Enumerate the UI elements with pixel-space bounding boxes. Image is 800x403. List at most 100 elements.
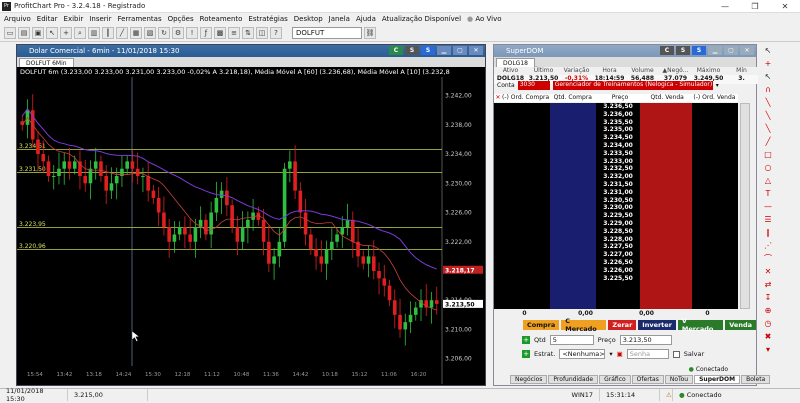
tab-grafico[interactable]: Gráfico [599, 375, 631, 384]
chart-maximize-icon[interactable]: ▢ [453, 46, 467, 55]
compra-mercado-button[interactable]: C Mercado [561, 317, 607, 333]
close-icon[interactable]: ✕ [770, 0, 800, 12]
link-icon[interactable]: ⛓ [364, 27, 376, 39]
venda-mercado-button[interactable]: V Mercado [677, 317, 724, 333]
cursor-icon[interactable]: ↖ [762, 46, 774, 56]
new-icon[interactable]: ▭ [4, 27, 16, 39]
compra-button[interactable]: Compra [523, 320, 560, 330]
price-level[interactable]: 3.235,50 [603, 119, 633, 127]
alert-icon[interactable]: ! [186, 27, 198, 39]
measure-icon[interactable]: ↧ [762, 293, 774, 303]
tab-negocios[interactable]: Negócios [510, 375, 548, 384]
price-level[interactable]: 3.231,00 [603, 189, 633, 197]
price-level[interactable]: 3.235,00 [603, 126, 633, 134]
ellipse-icon[interactable]: ○ [762, 163, 774, 173]
grid-icon[interactable]: ▦ [130, 27, 142, 39]
indicator-icon[interactable]: ƒ [200, 27, 212, 39]
chart-tab[interactable]: DOLFUT 6Min [19, 57, 74, 67]
price-level[interactable]: 3.231,50 [603, 181, 633, 189]
chevron-down-icon[interactable]: ▾ [716, 82, 719, 89]
maximize-icon[interactable]: ❐ [740, 0, 770, 12]
password-input[interactable]: Senha [626, 349, 669, 359]
chart-s2-button[interactable]: S [421, 46, 435, 55]
chart-window-titlebar[interactable]: Dolar Comercial - 6min - 11/01/2018 15:3… [17, 45, 485, 57]
ray-icon[interactable]: ╱ [762, 137, 774, 147]
fan-icon[interactable]: ⋰ [762, 241, 774, 251]
strategy-select[interactable]: <Nenhuma> [559, 349, 606, 359]
tab-profundidade[interactable]: Profundidade [548, 375, 599, 384]
menu-item-atualizacao[interactable]: Atualização Disponível [382, 15, 461, 23]
arc-icon[interactable]: ⌒ [762, 254, 774, 264]
help-icon[interactable]: ? [270, 27, 282, 39]
zoom-icon[interactable]: ⌕ [74, 27, 86, 39]
price-level[interactable]: 3.225,50 [603, 275, 633, 283]
ord-compra-column[interactable] [494, 103, 550, 309]
candle-icon[interactable]: ┃ [102, 27, 114, 39]
zerar-button[interactable]: Zerar [608, 320, 637, 330]
menu-item-opcoes[interactable]: Opções [168, 15, 194, 23]
menu-item-desktop[interactable]: Desktop [294, 15, 323, 23]
salvar-checkbox[interactable] [672, 350, 680, 358]
magnet-icon[interactable]: ∩ [762, 85, 774, 95]
fibonacci-icon[interactable]: ☰ [762, 215, 774, 225]
dom-maximize-icon[interactable]: ▢ [724, 46, 738, 55]
triangle-icon[interactable]: △ [762, 176, 774, 186]
price-level[interactable]: 3.228,50 [603, 228, 633, 236]
dom-s2-button[interactable]: S [692, 46, 706, 55]
price-level[interactable]: 3.227,50 [603, 243, 633, 251]
account-select[interactable]: Gerenciador de Treinamentos (Nelogica - … [552, 80, 713, 90]
add-strategy-icon[interactable]: + [522, 350, 530, 358]
ord-venda-column[interactable] [692, 103, 738, 309]
menu-item-exibir[interactable]: Exibir [64, 15, 84, 23]
price-level[interactable]: 3.234,50 [603, 134, 633, 142]
menu-item-ajuda[interactable]: Ajuda [356, 15, 376, 23]
price-level[interactable]: 3.226,50 [603, 259, 633, 267]
price-level[interactable]: 3.229,50 [603, 212, 633, 220]
price-level[interactable]: 3.233,00 [603, 158, 633, 166]
tab-ofertas[interactable]: Ofertas [631, 375, 664, 384]
settings-icon[interactable]: ⚙ [172, 27, 184, 39]
minimize-icon[interactable]: — [710, 0, 740, 12]
ao-vivo-indicator[interactable]: ● Ao Vivo [467, 15, 502, 23]
trendline2-icon[interactable]: ╲ [762, 111, 774, 121]
dom-s-button[interactable]: S [676, 46, 690, 55]
template-icon[interactable]: ▩ [214, 27, 226, 39]
clock-icon[interactable]: ◷ [762, 319, 774, 329]
rectangle-icon[interactable]: □ [762, 150, 774, 160]
superdom-tab[interactable]: DOLG18 [496, 57, 535, 67]
price-level[interactable]: 3.226,00 [603, 267, 633, 275]
book-icon[interactable]: ≡ [228, 27, 240, 39]
open-icon[interactable]: ▤ [18, 27, 30, 39]
trendline3-icon[interactable]: ╲ [762, 124, 774, 134]
strategy-chevron-icon[interactable]: ▾ [609, 350, 612, 358]
price-level[interactable]: 3.236,50 [603, 103, 633, 111]
pointer-icon[interactable]: ↖ [762, 72, 774, 82]
close-icon[interactable]: ✕ [494, 94, 502, 102]
text-icon[interactable]: T [762, 189, 774, 199]
order-book[interactable]: 3.236,50 3.236,00 3.235,50 3.235,00 3.234,50… [494, 103, 738, 309]
qtd-compra-column[interactable] [550, 103, 596, 309]
dom-minimize-icon[interactable]: ▁ [708, 46, 722, 55]
price-chart[interactable]: 3.242,00 3.238,00 3.234,00 3.230,00 3.226,00… [17, 77, 485, 384]
ticker-input[interactable]: DOLFUT [292, 27, 362, 39]
tab-notou[interactable]: NoTou [664, 375, 694, 384]
refresh-icon[interactable]: ↻ [158, 27, 170, 39]
scroll-down-icon[interactable]: ▾ [762, 345, 774, 355]
trendline-icon[interactable]: ╲ [762, 98, 774, 108]
price-level[interactable]: 3.229,00 [603, 220, 633, 228]
price-level[interactable]: 3.230,00 [603, 204, 633, 212]
bar-chart-icon[interactable]: ▥ [88, 27, 100, 39]
arrows-icon[interactable]: ⇄ [762, 280, 774, 290]
menu-item-estrategias[interactable]: Estratégias [248, 15, 287, 23]
price-level[interactable]: 3.232,00 [603, 173, 633, 181]
inverter-button[interactable]: Inverter [638, 320, 676, 330]
dom-close-icon[interactable]: ✕ [740, 46, 754, 55]
menu-item-roteamento[interactable]: Roteamento [200, 15, 243, 23]
price-level[interactable]: 3.236,00 [603, 111, 633, 119]
venda-button[interactable]: Venda [725, 320, 756, 330]
menu-item-editar[interactable]: Editar [37, 15, 58, 23]
superdom-titlebar[interactable]: SuperDOM C S S ▁ ▢ ✕ [494, 45, 756, 57]
warning-icon[interactable]: ⚠ [660, 388, 673, 401]
layout-icon[interactable]: ▧ [144, 27, 156, 39]
price-level[interactable]: 3.233,50 [603, 150, 633, 158]
